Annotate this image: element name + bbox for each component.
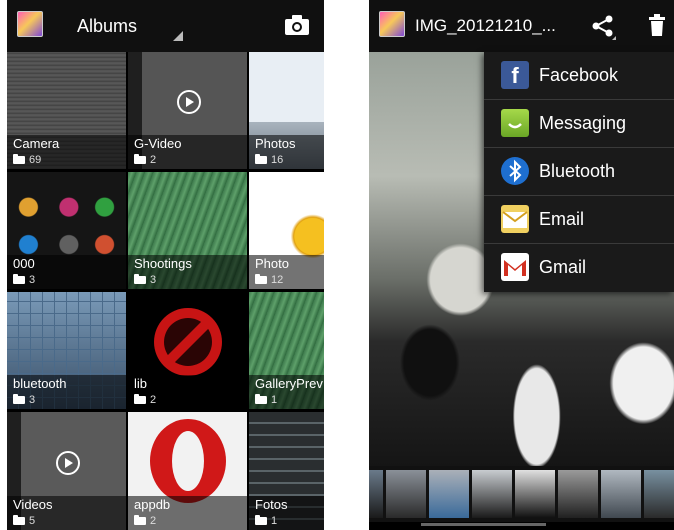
album-count: 16 — [271, 154, 284, 166]
photo-title: IMG_20121210_... — [415, 16, 556, 35]
folder-icon — [134, 394, 146, 404]
folder-icon — [13, 394, 25, 404]
bluetooth-icon — [501, 157, 529, 185]
share-menu-label: Facebook — [539, 65, 619, 85]
filmstrip-thumb[interactable] — [472, 470, 512, 518]
album-name: appdb — [134, 497, 171, 512]
album-tile-photo[interactable]: Photo 12 — [249, 172, 324, 289]
album-count: 3 — [29, 394, 36, 406]
album-name: GalleryPrev — [255, 376, 323, 391]
folder-icon — [255, 515, 267, 525]
share-menu-item-email[interactable]: Email — [484, 196, 674, 244]
folder-icon — [255, 394, 267, 404]
folder-icon — [13, 154, 25, 164]
email-icon — [501, 205, 529, 233]
album-grid: Camera 69 G-Video 2 Photos 16 000 3 Shoo… — [7, 52, 324, 530]
album-tile-videos[interactable]: Videos 5 — [7, 412, 126, 530]
play-icon — [176, 90, 201, 115]
albums-dropdown-title[interactable]: Albums — [77, 16, 137, 37]
share-menu-item-messaging[interactable]: Messaging — [484, 100, 674, 148]
album-name: Fotos — [255, 497, 288, 512]
folder-icon — [255, 154, 267, 164]
share-menu-item-facebook[interactable]: f Facebook — [484, 52, 674, 100]
album-tile-shootings[interactable]: Shootings 3 — [128, 172, 247, 289]
photo-viewer-screen: IMG_20121210_... f Facebook Messaging Bl… — [369, 0, 674, 530]
share-menu: f Facebook Messaging Bluetooth Email Gma… — [484, 52, 674, 292]
album-tile-lib[interactable]: lib 2 — [128, 292, 247, 409]
share-menu-label: Messaging — [539, 113, 627, 133]
album-tile-bluetooth[interactable]: bluetooth 3 — [7, 292, 126, 409]
filmstrip[interactable] — [369, 466, 674, 522]
facebook-icon: f — [501, 61, 529, 89]
album-name: G-Video — [134, 136, 182, 151]
action-bar: IMG_20121210_... — [369, 0, 674, 52]
forbidden-sign-icon — [154, 308, 222, 376]
album-count: 5 — [29, 515, 36, 527]
album-name: 000 — [13, 256, 35, 271]
album-tile-g-video[interactable]: G-Video 2 — [128, 52, 247, 169]
gallery-app-icon[interactable] — [17, 11, 43, 37]
album-count: 3 — [150, 274, 157, 286]
gallery-app-icon[interactable] — [379, 11, 405, 37]
album-tile-fotos[interactable]: Fotos 1 — [249, 412, 324, 530]
album-count: 2 — [150, 394, 157, 406]
share-icon[interactable] — [590, 14, 616, 40]
album-count: 3 — [29, 274, 36, 286]
camera-icon[interactable] — [284, 14, 310, 36]
album-tile-galleryprev[interactable]: GalleryPrev 1 — [249, 292, 324, 409]
filmstrip-thumb[interactable] — [429, 470, 469, 518]
action-bar: Albums — [7, 0, 324, 52]
folder-icon — [255, 274, 267, 284]
album-name: Camera — [13, 136, 60, 151]
share-menu-label: Bluetooth — [539, 161, 616, 181]
album-name: lib — [134, 376, 148, 391]
opera-logo-icon — [150, 419, 226, 503]
album-tile-camera[interactable]: Camera 69 — [7, 52, 126, 169]
album-count: 2 — [150, 154, 157, 166]
share-menu-label: Email — [539, 209, 585, 229]
album-count: 12 — [271, 274, 284, 286]
album-count: 2 — [150, 515, 157, 527]
filmstrip-thumb[interactable] — [386, 470, 426, 518]
dropdown-corner-icon — [173, 31, 183, 41]
filmstrip-thumb[interactable] — [601, 470, 641, 518]
share-menu-item-bluetooth[interactable]: Bluetooth — [484, 148, 674, 196]
folder-icon — [13, 515, 25, 525]
album-tile-photos[interactable]: Photos 16 — [249, 52, 324, 169]
filmstrip-thumb[interactable] — [515, 470, 555, 518]
share-menu-item-gmail[interactable]: Gmail — [484, 244, 674, 292]
folder-icon — [134, 154, 146, 164]
album-name: Videos — [13, 497, 53, 512]
album-name: bluetooth — [13, 376, 67, 391]
album-tile-000[interactable]: 000 3 — [7, 172, 126, 289]
album-count: 1 — [271, 394, 278, 406]
album-name: Shootings — [134, 256, 192, 271]
album-tile-appdb[interactable]: appdb 2 — [128, 412, 247, 530]
folder-icon — [134, 515, 146, 525]
share-menu-label: Gmail — [539, 257, 587, 277]
filmstrip-thumb[interactable] — [558, 470, 598, 518]
album-name: Photo — [255, 256, 289, 271]
play-icon — [55, 450, 80, 475]
filmstrip-scrollbar — [421, 523, 546, 526]
folder-icon — [134, 274, 146, 284]
folder-icon — [13, 274, 25, 284]
album-count: 69 — [29, 154, 42, 166]
album-count: 1 — [271, 515, 278, 527]
album-name: Photos — [255, 136, 296, 151]
filmstrip-thumb[interactable] — [644, 470, 674, 518]
gmail-icon — [501, 253, 529, 281]
albums-screen: Albums Camera 69 G-Video 2 Photos 16 000… — [7, 0, 324, 530]
delete-icon[interactable] — [648, 13, 666, 37]
messaging-icon — [501, 109, 529, 137]
filmstrip-thumb[interactable] — [369, 470, 383, 518]
